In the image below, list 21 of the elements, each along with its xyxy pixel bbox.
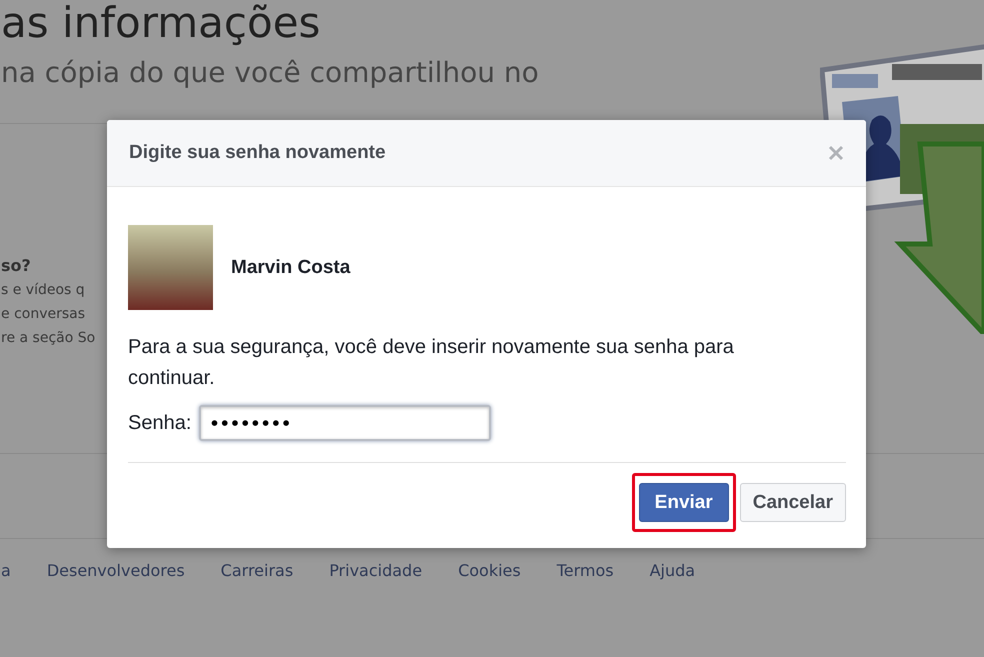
footer-link[interactable]: Carreiras [220, 561, 294, 580]
section-text: s e vídeos q [1, 281, 86, 300]
section-title: so? [1, 255, 32, 277]
footer-link[interactable]: a [1, 561, 11, 580]
page-heading: as informações [1, 0, 322, 46]
page-subheading: na cópia do que você compartilhou no [1, 56, 540, 90]
footer-link[interactable]: Desenvolvedores [46, 561, 185, 580]
close-icon[interactable] [828, 145, 844, 161]
footer-link[interactable]: Cookies [458, 561, 521, 580]
dialog-title: Digite sua senha novamente [129, 142, 386, 164]
cancel-button[interactable]: Cancelar [740, 483, 846, 522]
security-message: Para a sua segurança, você deve inserir novamente sua senha para continuar. [128, 335, 735, 391]
footer-link[interactable]: Ajuda [650, 561, 696, 580]
submit-button[interactable]: Enviar [638, 483, 729, 522]
user-name: Marvin Costa [231, 256, 350, 278]
footer-link[interactable]: Privacidade [329, 561, 422, 580]
password-field[interactable]: •••••••• [199, 405, 492, 441]
footer-link[interactable]: Termos [556, 561, 614, 580]
password-label: Senha: [128, 412, 192, 434]
section-text: e conversas [1, 305, 86, 324]
section-text: re a seção So [1, 329, 96, 348]
